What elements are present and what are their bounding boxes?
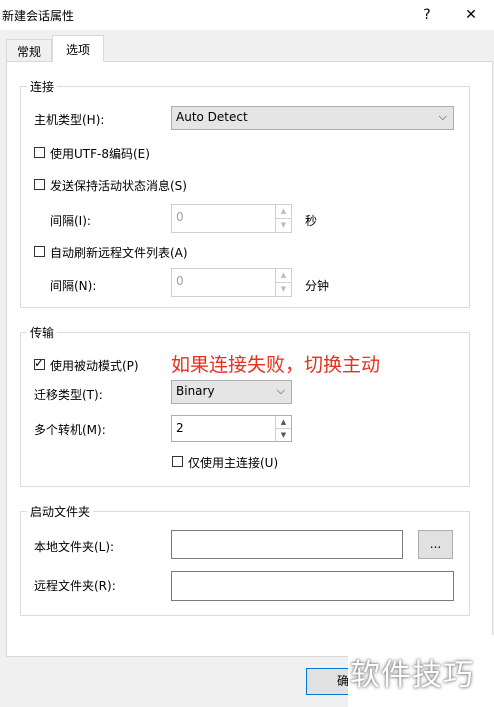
chevron-down-icon: ⌵ (438, 110, 447, 123)
passive-mode-label: 使用被动模式(P) (50, 359, 139, 373)
spin-up-icon[interactable]: ▲ (276, 205, 291, 219)
transfer-type-label: 迁移类型(T): (34, 388, 103, 402)
autorefresh-interval-spinner[interactable]: 0 ▲ ▼ (171, 268, 292, 297)
keepalive-interval-spinner[interactable]: 0 ▲ ▼ (171, 204, 292, 233)
utf8-label: 使用UTF-8编码(E) (50, 147, 150, 161)
window-title: 新建会话属性 (2, 9, 75, 23)
tab-general[interactable]: 常规 (6, 39, 52, 61)
browse-local-button[interactable]: ... (418, 530, 453, 559)
help-button[interactable]: ? (414, 4, 440, 26)
host-type-value: Auto Detect (176, 110, 248, 124)
keepalive-checkbox[interactable] (34, 179, 45, 190)
check-icon: ✓ (34, 356, 45, 370)
transfer-type-select[interactable]: Binary ⌵ (171, 380, 292, 404)
primary-only-label: 仅使用主连接(U) (188, 456, 279, 470)
local-folder-input[interactable] (171, 530, 403, 559)
local-folder-label: 本地文件夹(L): (34, 540, 115, 554)
utf8-checkbox[interactable] (34, 147, 45, 158)
startup-folder-group-title: 启动文件夹 (27, 503, 94, 520)
remote-folder-label: 远程文件夹(R): (34, 579, 116, 593)
autorefresh-checkbox[interactable] (34, 246, 45, 257)
annotation-text: 如果连接失败，切换主动 (171, 354, 381, 376)
close-button[interactable]: ✕ (458, 4, 484, 26)
spin-up-icon[interactable]: ▲ (276, 416, 291, 429)
autorefresh-label: 自动刷新远程文件列表(A) (50, 246, 188, 260)
host-type-label: 主机类型(H): (34, 113, 105, 127)
spin-down-icon[interactable]: ▼ (276, 429, 291, 442)
keepalive-label: 发送保持活动状态消息(S) (50, 179, 187, 193)
passive-mode-checkbox[interactable]: ✓ (34, 356, 45, 370)
spin-up-icon[interactable]: ▲ (276, 269, 291, 283)
autorefresh-unit: 分钟 (305, 279, 330, 293)
keepalive-interval-value: 0 (176, 210, 184, 224)
spin-down-icon[interactable]: ▼ (276, 219, 291, 233)
chevron-down-icon: ⌵ (276, 384, 285, 397)
autorefresh-interval-value: 0 (176, 274, 184, 288)
host-type-select[interactable]: Auto Detect ⌵ (171, 106, 454, 130)
multi-transfer-label: 多个转机(M): (34, 423, 106, 437)
remote-folder-input[interactable] (171, 571, 454, 601)
autorefresh-interval-label: 间隔(N): (50, 279, 97, 293)
keepalive-unit: 秒 (305, 214, 318, 228)
multi-transfer-spinner[interactable]: 2 ▲ ▼ (171, 415, 292, 442)
transfer-group-title: 传输 (27, 324, 58, 341)
connection-group-title: 连接 (27, 78, 58, 95)
spin-down-icon[interactable]: ▼ (276, 283, 291, 297)
watermark: 软件技巧 (350, 658, 474, 693)
primary-only-checkbox[interactable] (172, 456, 183, 467)
multi-transfer-value: 2 (176, 421, 184, 435)
tab-options[interactable]: 选项 (52, 35, 104, 62)
title-bar: 新建会话属性 ? ✕ (0, 0, 494, 30)
dialog-window: { "window": { "title": "新建会话属性", "help":… (0, 0, 494, 707)
keepalive-interval-label: 间隔(I): (50, 214, 91, 228)
transfer-type-value: Binary (176, 384, 215, 398)
